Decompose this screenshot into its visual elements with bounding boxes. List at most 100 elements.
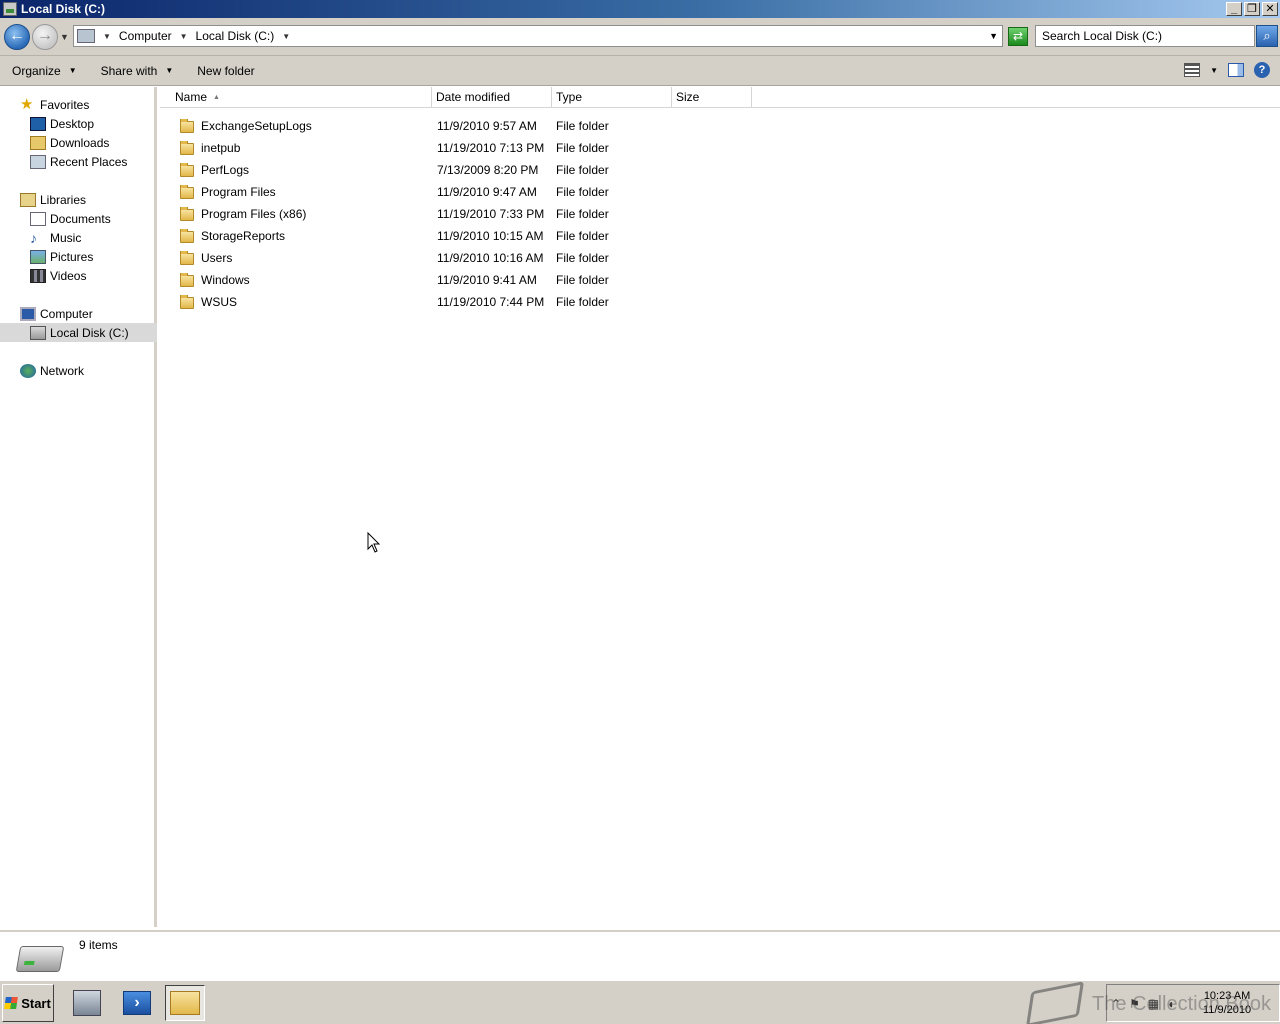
breadcrumb-local-disk[interactable]: Local Disk (C:) xyxy=(192,29,279,43)
action-center-flag-icon[interactable]: ⚑ xyxy=(1129,997,1140,1011)
close-button[interactable]: ✕ xyxy=(1262,2,1278,16)
documents-icon xyxy=(30,211,46,226)
minimize-button[interactable]: _ xyxy=(1226,2,1242,16)
organize-label: Organize xyxy=(12,63,61,78)
search-input[interactable]: Search Local Disk (C:) xyxy=(1035,25,1255,47)
file-name: Program Files (x86) xyxy=(201,207,307,221)
column-label: Size xyxy=(676,90,700,104)
sidebar-label: Documents xyxy=(50,211,111,226)
powershell-taskbar-button[interactable]: › xyxy=(117,985,157,1021)
file-type: File folder xyxy=(556,185,609,199)
sidebar-label: Local Disk (C:) xyxy=(50,325,129,340)
sidebar-item-libraries[interactable]: Libraries xyxy=(0,190,157,209)
sidebar-item-computer[interactable]: Computer xyxy=(0,304,157,323)
sidebar-item-local-disk[interactable]: Local Disk (C:) xyxy=(0,323,157,342)
refresh-button[interactable]: ⇄ xyxy=(1008,27,1028,46)
breadcrumb-computer[interactable]: Computer xyxy=(115,29,176,43)
file-date: 11/9/2010 10:16 AM xyxy=(437,251,544,265)
table-row[interactable]: PerfLogs 7/13/2009 8:20 PM File folder xyxy=(160,159,756,181)
favorites-group: ★ Favorites Desktop Downloads Recent Pla… xyxy=(0,95,157,171)
table-row[interactable]: StorageReports 11/9/2010 10:15 AM File f… xyxy=(160,225,756,247)
windows-logo-icon xyxy=(4,997,19,1009)
organize-button[interactable]: Organize ▼ xyxy=(0,64,89,78)
address-box[interactable]: ▼ Computer ▼ Local Disk (C:) ▼ ▼ xyxy=(73,25,1003,47)
column-header-name[interactable]: Name ▲ xyxy=(160,87,432,108)
network-tray-icon[interactable]: ▦ xyxy=(1148,997,1159,1011)
column-header-size[interactable]: Size xyxy=(672,87,752,108)
table-row[interactable]: WSUS 11/19/2010 7:44 PM File folder xyxy=(160,291,756,313)
breadcrumb-arrow-icon[interactable]: ▼ xyxy=(103,32,111,41)
volume-muted-icon[interactable]: ◖ xyxy=(1167,997,1174,1011)
chevron-down-icon: ▼ xyxy=(68,66,77,75)
computer-group: Computer Local Disk (C:) xyxy=(0,304,157,342)
recent-pages-dropdown[interactable]: ▼ xyxy=(60,32,69,42)
sidebar-label: Downloads xyxy=(50,135,110,150)
folder-icon xyxy=(180,163,194,177)
pictures-icon xyxy=(30,249,46,264)
column-header-date-modified[interactable]: Date modified xyxy=(432,87,552,108)
file-type: File folder xyxy=(556,119,609,133)
sidebar-item-pictures[interactable]: Pictures xyxy=(0,247,157,266)
breadcrumb-arrow-icon[interactable]: ▼ xyxy=(180,32,188,41)
new-folder-button[interactable]: New folder xyxy=(185,64,266,78)
tray-icons: ⌃ ⚑ ▦ ◖ xyxy=(1111,997,1174,1011)
window-title: Local Disk (C:) xyxy=(21,2,106,16)
forward-button[interactable]: → xyxy=(32,24,58,50)
show-hidden-icons-icon[interactable]: ⌃ xyxy=(1111,997,1121,1011)
server-manager-icon xyxy=(73,990,101,1016)
share-with-label: Share with xyxy=(100,63,158,78)
preview-pane-icon[interactable] xyxy=(1228,63,1244,77)
breadcrumb-arrow-icon[interactable]: ▼ xyxy=(282,32,290,41)
sidebar-item-music[interactable]: ♪ Music xyxy=(0,228,157,247)
window-controls: _ ❐ ✕ xyxy=(1226,2,1278,16)
explorer-taskbar-button[interactable] xyxy=(165,985,205,1021)
table-row[interactable]: Windows 11/9/2010 9:41 AM File folder xyxy=(160,269,756,291)
music-icon: ♪ xyxy=(30,229,37,246)
folder-icon xyxy=(180,229,194,243)
file-date: 11/9/2010 10:15 AM xyxy=(437,229,544,243)
table-row[interactable]: Program Files (x86) 11/19/2010 7:33 PM F… xyxy=(160,203,756,225)
back-button[interactable]: ← xyxy=(4,24,30,50)
sidebar-item-videos[interactable]: Videos xyxy=(0,266,157,285)
chevron-down-icon[interactable]: ▼ xyxy=(1210,66,1218,75)
folder-icon xyxy=(180,185,194,199)
file-type: File folder xyxy=(556,207,609,221)
table-row[interactable]: inetpub 11/19/2010 7:13 PM File folder xyxy=(160,137,756,159)
restore-button[interactable]: ❐ xyxy=(1244,2,1260,16)
sidebar-item-favorites[interactable]: ★ Favorites xyxy=(0,95,157,114)
folder-icon xyxy=(180,207,194,221)
navigation-pane: ★ Favorites Desktop Downloads Recent Pla… xyxy=(0,87,157,927)
file-name: ExchangeSetupLogs xyxy=(201,119,312,133)
server-manager-taskbar-button[interactable] xyxy=(67,985,107,1021)
network-group: Network xyxy=(0,361,157,380)
change-view-icon[interactable] xyxy=(1184,63,1201,77)
sidebar-item-documents[interactable]: Documents xyxy=(0,209,157,228)
search-icon[interactable]: ⌕ xyxy=(1256,25,1278,47)
libraries-group: Libraries Documents ♪ Music Pictures Vid… xyxy=(0,190,157,285)
share-with-button[interactable]: Share with ▼ xyxy=(89,64,186,78)
hard-drive-icon xyxy=(15,946,65,972)
address-history-dropdown[interactable]: ▼ xyxy=(989,31,998,41)
file-type: File folder xyxy=(556,163,609,177)
local-disk-icon xyxy=(30,325,46,340)
sidebar-item-desktop[interactable]: Desktop xyxy=(0,114,157,133)
table-row[interactable]: Users 11/9/2010 10:16 AM File folder xyxy=(160,247,756,269)
file-date: 11/19/2010 7:44 PM xyxy=(437,295,545,309)
file-name: StorageReports xyxy=(201,229,286,243)
start-button[interactable]: Start xyxy=(2,984,54,1022)
file-type: File folder xyxy=(556,273,609,287)
help-icon[interactable]: ? xyxy=(1254,62,1270,78)
file-date: 7/13/2009 8:20 PM xyxy=(437,163,539,177)
sidebar-item-downloads[interactable]: Downloads xyxy=(0,133,157,152)
file-type: File folder xyxy=(556,251,609,265)
table-row[interactable]: Program Files 11/9/2010 9:47 AM File fol… xyxy=(160,181,756,203)
chevron-down-icon: ▼ xyxy=(165,66,174,75)
column-header-type[interactable]: Type xyxy=(552,87,672,108)
sidebar-item-recent-places[interactable]: Recent Places xyxy=(0,152,157,171)
command-bar: Organize ▼ Share with ▼ New folder ▼ ? xyxy=(0,56,1280,86)
file-name: inetpub xyxy=(201,141,241,155)
table-row[interactable]: ExchangeSetupLogs 11/9/2010 9:57 AM File… xyxy=(160,115,756,137)
start-label: Start xyxy=(21,995,51,1011)
sidebar-item-network[interactable]: Network xyxy=(0,361,157,380)
clock[interactable]: 10:23 AM 11/9/2010 xyxy=(1203,989,1251,1017)
